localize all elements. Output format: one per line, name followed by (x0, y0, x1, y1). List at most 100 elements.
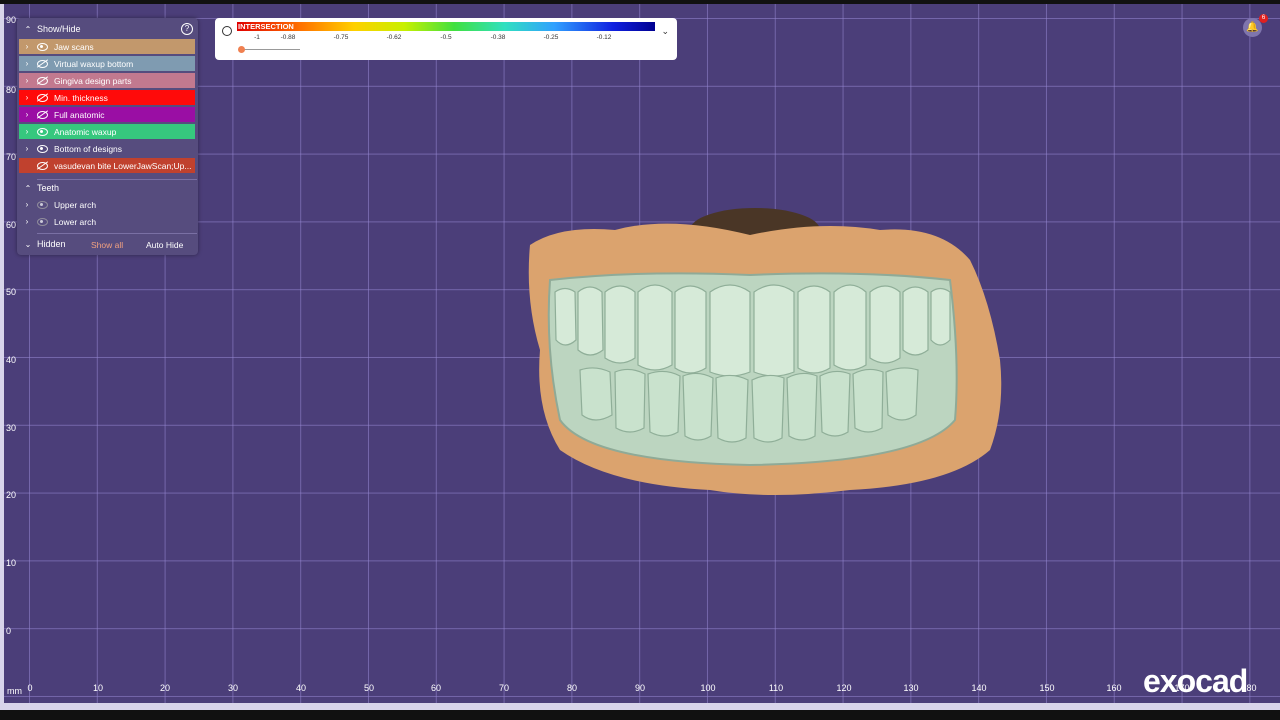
layer-row[interactable]: › Jaw scans (19, 39, 195, 54)
show-hide-title: Show/Hide (37, 24, 81, 34)
eye-icon[interactable] (37, 42, 48, 51)
hidden-header[interactable]: ⌄ Hidden (24, 239, 66, 249)
chevron-up-icon: ⌃ (24, 183, 32, 193)
layer-label: Jaw scans (54, 41, 94, 52)
help-icon[interactable]: ? (181, 23, 193, 35)
teeth-header[interactable]: ⌃ Teeth (24, 183, 59, 193)
y-tick: 70 (6, 152, 17, 162)
layer-row[interactable]: › Min. thickness (19, 90, 195, 105)
y-tick: 80 (6, 85, 17, 95)
teeth-label: Lower arch (54, 216, 97, 227)
x-tick: 0 (27, 683, 33, 693)
y-tick: 10 (6, 558, 17, 568)
x-tick: 60 (430, 683, 442, 693)
eye-off-icon[interactable] (37, 110, 48, 119)
intersection-colorbar: INTERSECTION -1 -0.88 -0.75 -0.62 -0.5 -… (215, 18, 677, 60)
eye-off-icon[interactable] (37, 59, 48, 68)
eye-icon[interactable] (37, 200, 48, 209)
y-tick: 30 (6, 423, 17, 433)
bottom-bar (0, 710, 1280, 720)
chevron-right-icon[interactable]: › (23, 217, 31, 226)
axis-unit: mm (7, 686, 22, 696)
layer-label: Min. thickness (54, 92, 108, 103)
auto-hide-button[interactable]: Auto Hide (146, 240, 183, 250)
chevron-right-icon[interactable]: › (23, 110, 31, 119)
layer-label: Gingiva design parts (54, 75, 132, 86)
colorbar-tick: -0.12 (596, 34, 612, 41)
notification-count-badge: 6 (1259, 14, 1268, 23)
eye-icon[interactable] (37, 217, 48, 226)
layer-row[interactable]: › Anatomic waxup (19, 124, 195, 139)
y-tick: 20 (6, 490, 17, 500)
layer-row[interactable]: › Bottom of designs (19, 141, 195, 156)
colorbar-tick: -0.5 (440, 34, 452, 41)
x-tick: 100 (700, 683, 716, 693)
show-all-link[interactable]: Show all (91, 240, 123, 250)
chevron-right-icon[interactable]: › (23, 200, 31, 209)
chevron-up-icon: ⌃ (24, 24, 32, 34)
layer-row[interactable]: › Gingiva design parts (19, 73, 195, 88)
threshold-slider-handle[interactable] (238, 46, 245, 53)
top-bar (0, 0, 1280, 4)
eye-icon[interactable] (37, 144, 48, 153)
x-tick: 160 (1106, 683, 1122, 693)
teeth-row-upper[interactable]: › Upper arch (19, 197, 195, 212)
layer-row[interactable]: › vasudevan bite LowerJawScan;Up... (19, 158, 195, 173)
x-tick: 90 (634, 683, 646, 693)
eye-off-icon[interactable] (37, 161, 48, 170)
layer-label: Bottom of designs (54, 143, 123, 154)
y-tick: 40 (6, 355, 17, 365)
teeth-title: Teeth (37, 183, 60, 193)
layer-label: Full anatomic (54, 109, 105, 120)
chevron-right-icon[interactable]: › (23, 42, 31, 51)
eye-icon[interactable] (37, 127, 48, 136)
x-tick: 30 (227, 683, 239, 693)
layer-row[interactable]: › Full anatomic (19, 107, 195, 122)
x-tick: 80 (566, 683, 578, 693)
teeth-row-lower[interactable]: › Lower arch (19, 214, 195, 229)
colorbar-tick: -0.62 (386, 34, 402, 41)
colorbar-tick: -0.38 (490, 34, 506, 41)
layer-row[interactable]: › Virtual waxup bottom (19, 56, 195, 71)
chevron-right-icon[interactable]: › (23, 93, 31, 102)
horizontal-ruler (0, 703, 1280, 710)
teeth-label: Upper arch (54, 199, 97, 210)
x-tick: 40 (295, 683, 307, 693)
chevron-right-icon[interactable]: › (23, 59, 31, 68)
show-hide-panel: ⌃ Show/Hide ? › Jaw scans › Virtual waxu… (17, 18, 198, 255)
vertical-ruler (0, 4, 4, 710)
show-hide-header[interactable]: ⌃ Show/Hide (24, 24, 81, 34)
chevron-down-icon[interactable]: ⌄ (661, 26, 669, 37)
x-tick: 110 (768, 683, 784, 693)
layer-label: vasudevan bite LowerJawScan;Up... (54, 160, 192, 171)
gauge-icon[interactable] (222, 26, 232, 36)
y-tick: 0 (6, 626, 12, 636)
layer-label: Anatomic waxup (54, 126, 117, 137)
x-tick: 130 (903, 683, 919, 693)
colorbar-tick: -1 (254, 34, 260, 41)
y-tick: 50 (6, 287, 17, 297)
colorbar-tick: -0.88 (280, 34, 296, 41)
dental-model[interactable] (520, 200, 1010, 505)
eye-off-icon[interactable] (37, 93, 48, 102)
eye-off-icon[interactable] (37, 76, 48, 85)
chevron-down-icon: ⌄ (24, 239, 32, 249)
chevron-right-icon[interactable]: › (23, 76, 31, 85)
x-tick: 120 (836, 683, 852, 693)
hidden-label: Hidden (37, 239, 66, 249)
exocad-logo: exocad (1143, 663, 1248, 699)
chevron-right-icon[interactable]: › (23, 144, 31, 153)
x-tick: 50 (363, 683, 375, 693)
x-tick: 140 (971, 683, 987, 693)
y-tick: 60 (6, 220, 17, 230)
colorbar-label: INTERSECTION (238, 22, 294, 31)
x-tick: 10 (92, 683, 104, 693)
layer-label: Virtual waxup bottom (54, 58, 134, 69)
panel-divider (37, 179, 197, 180)
colorbar-tick: -0.75 (333, 34, 349, 41)
threshold-slider-track[interactable] (240, 49, 300, 50)
x-tick: 150 (1039, 683, 1055, 693)
y-tick: 90 (6, 15, 17, 25)
chevron-right-icon[interactable]: › (23, 127, 31, 136)
x-tick: 70 (498, 683, 510, 693)
